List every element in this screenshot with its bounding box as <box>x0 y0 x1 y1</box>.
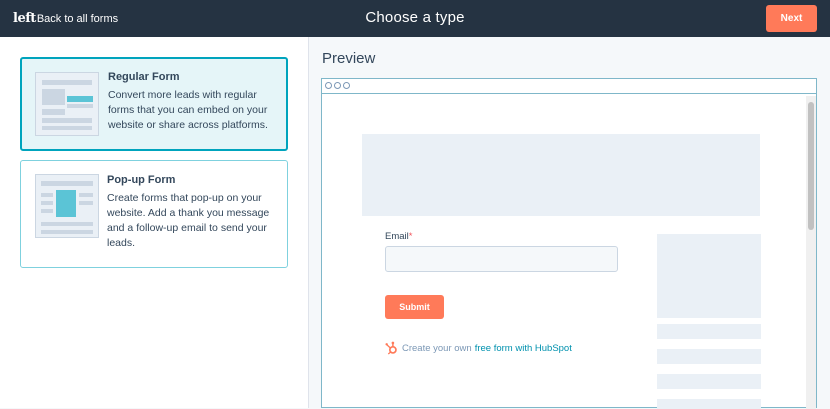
popup-form-thumbnail-icon <box>35 174 99 238</box>
card-description: Create forms that pop-up on your website… <box>107 192 270 249</box>
scrollbar-thumb[interactable] <box>808 102 814 230</box>
page-title: Choose a type <box>365 9 465 26</box>
preview-scrollbar[interactable] <box>806 96 816 409</box>
card-description: Convert more leads with regular forms th… <box>108 89 268 131</box>
sidebar-placeholder-line <box>657 374 761 389</box>
preview-heading: Preview <box>322 50 376 67</box>
sidebar-placeholder-line <box>657 349 761 364</box>
sidebar-placeholder <box>657 234 761 318</box>
hubspot-powered-by: Create your own free form with HubSpot <box>385 341 572 355</box>
window-dot-icon <box>334 82 341 89</box>
preview-browser-frame: Email* Submit Create your own free form … <box>321 78 817 409</box>
top-bar: left Back to all forms Choose a type Nex… <box>0 0 830 37</box>
card-title: Pop-up Form <box>107 174 176 186</box>
required-marker: * <box>408 231 413 242</box>
form-type-list: Regular Form Convert more leads with reg… <box>0 37 309 408</box>
preview-header-placeholder <box>362 134 760 216</box>
window-dot-icon <box>343 82 350 89</box>
card-title: Regular Form <box>108 71 180 83</box>
next-button[interactable]: Next <box>766 5 817 32</box>
hubspot-sprocket-icon <box>385 341 397 355</box>
free-form-link[interactable]: free form with HubSpot <box>475 343 572 354</box>
regular-form-thumbnail-icon <box>35 72 99 136</box>
window-dot-icon <box>325 82 332 89</box>
powered-prefix: Create your own <box>402 342 472 354</box>
browser-title-bar <box>322 79 816 94</box>
popup-form-card[interactable]: Pop-up Form Create forms that pop-up on … <box>20 160 288 268</box>
submit-button[interactable]: Submit <box>385 295 444 319</box>
regular-form-card[interactable]: Regular Form Convert more leads with reg… <box>20 57 288 151</box>
email-field[interactable] <box>385 246 618 272</box>
sidebar-placeholder-line <box>657 324 761 339</box>
email-field-label: Email* <box>385 231 413 242</box>
